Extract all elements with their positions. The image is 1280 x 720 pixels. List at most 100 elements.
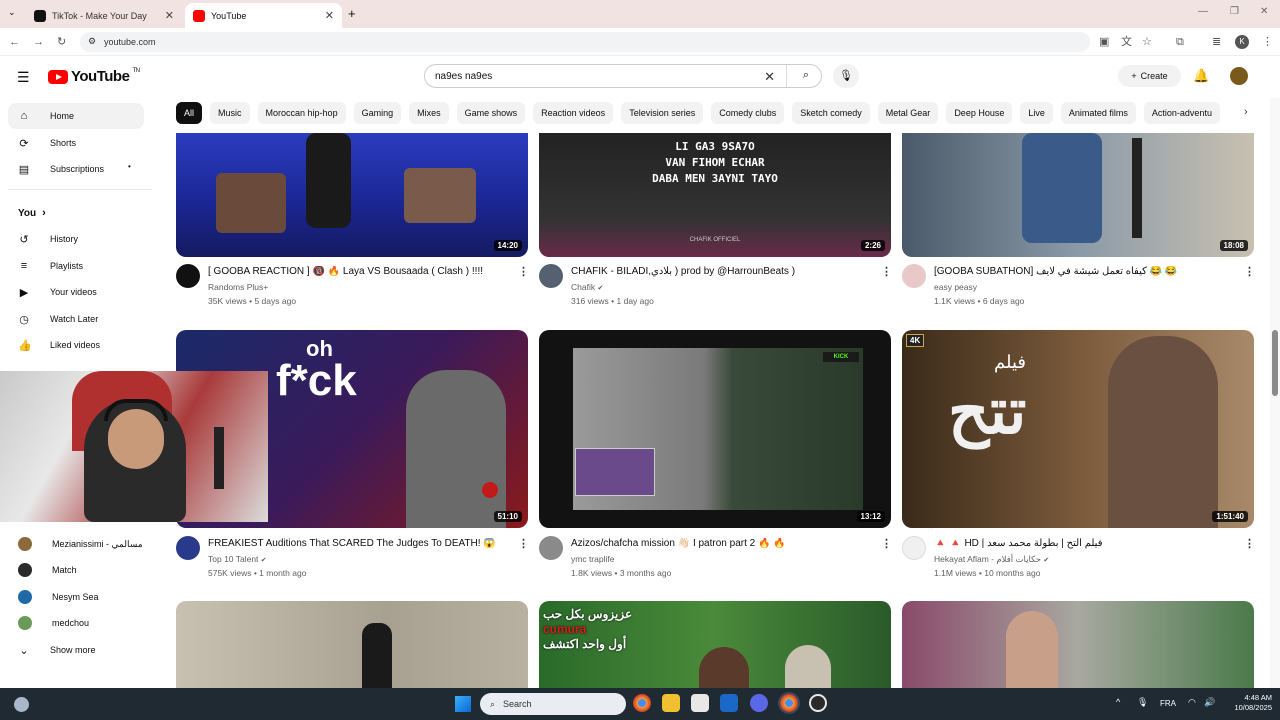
search-icon[interactable]: ⌕ xyxy=(803,69,809,82)
site-info-icon[interactable]: ⚙ xyxy=(88,36,96,47)
sidebar-item-watch-later[interactable]: ◷ Watch Later xyxy=(8,306,144,332)
filter-chip[interactable]: Live xyxy=(1020,102,1053,124)
sidebar-item-history[interactable]: ↺ History xyxy=(8,226,144,252)
extensions-icon[interactable]: ⧉ xyxy=(1176,35,1184,49)
video-thumbnail[interactable]: 18:08 xyxy=(902,133,1254,257)
weather-widget-icon[interactable] xyxy=(14,697,29,712)
wifi-icon[interactable]: ◠ xyxy=(1188,697,1196,708)
app-icon[interactable] xyxy=(809,694,827,712)
search-input[interactable]: na9es na9es ✕ ⌕ xyxy=(424,64,822,88)
video-thumbnail[interactable]: LI GA3 9SA7O VAN FIHOM ECHAR DABA MEN 3A… xyxy=(539,133,891,257)
video-title[interactable]: FREAKIEST Auditions That SCARED The Judg… xyxy=(208,538,508,549)
file-explorer-icon[interactable] xyxy=(662,694,680,712)
translate-icon[interactable]: 文 xyxy=(1121,35,1132,49)
browser-profile-avatar[interactable]: K xyxy=(1235,35,1249,49)
sidebar-item-subscription[interactable]: Match xyxy=(8,557,144,583)
sidebar-item-playlists[interactable]: ≡ Playlists xyxy=(8,253,144,279)
sidebar-item-you[interactable]: You › xyxy=(8,200,144,226)
channel-name[interactable]: Hekayat Aflam - حكايات أفلام xyxy=(934,554,1041,564)
tab-list-icon[interactable]: ⌄ xyxy=(8,7,16,18)
video-thumbnail[interactable] xyxy=(176,601,528,688)
filter-chip[interactable]: Gaming xyxy=(353,102,402,124)
more-actions-icon[interactable]: ⋮ xyxy=(881,537,892,550)
back-icon[interactable]: ← xyxy=(9,35,20,49)
tab-tiktok[interactable]: TikTok - Make Your Day ✕ xyxy=(26,3,182,28)
store-app-icon[interactable] xyxy=(691,694,709,712)
video-thumbnail[interactable] xyxy=(902,601,1254,688)
filter-chip[interactable]: Moroccan hip-hop xyxy=(257,102,346,124)
more-actions-icon[interactable]: ⋮ xyxy=(518,537,529,550)
more-actions-icon[interactable]: ⋮ xyxy=(1244,537,1255,550)
sidebar-item-subscription[interactable]: Mezianissimi - مسالمي xyxy=(8,531,144,557)
filter-chip[interactable]: Animated films xyxy=(1060,102,1136,124)
sidebar-item-your-videos[interactable]: ▶ Your videos xyxy=(8,279,144,305)
video-thumbnail[interactable]: 14:20 xyxy=(176,133,528,257)
sidebar-item-home[interactable]: ⌂ Home xyxy=(8,103,144,129)
filter-chip[interactable]: All xyxy=(176,102,203,124)
video-thumbnail[interactable]: KICK 13:12 xyxy=(539,330,891,528)
video-thumbnail[interactable]: عزيزوس بكل حب cumura أول واحد اكتشف xyxy=(539,601,891,688)
channel-name[interactable]: easy peasy xyxy=(934,282,977,292)
chevron-right-icon[interactable]: › xyxy=(1244,106,1248,118)
filter-chip[interactable]: Game shows xyxy=(456,102,526,124)
microphone-tray-icon[interactable]: 🎙 xyxy=(1137,697,1148,708)
close-window-icon[interactable]: ✕ xyxy=(1260,6,1268,17)
video-title[interactable]: Azizos/chafcha mission 👋🏻 I patron part … xyxy=(571,538,871,549)
video-thumbnail[interactable]: 4K فيلم تتح 1:51:40 xyxy=(902,330,1254,528)
notifications-bell-icon[interactable]: 🔔 xyxy=(1193,68,1209,84)
video-title[interactable]: CHAFIK - BILADI,بلادي ) prod by @Harroun… xyxy=(571,266,871,277)
taskbar-clock[interactable]: 4:48 AM 10/08/2025 xyxy=(1224,693,1272,713)
channel-avatar[interactable] xyxy=(902,536,926,560)
tab-youtube[interactable]: YouTube ✕ xyxy=(185,3,342,28)
filter-chip[interactable]: Sketch comedy xyxy=(792,102,870,124)
clear-search-icon[interactable]: ✕ xyxy=(764,69,775,85)
media-icon[interactable]: ≣ xyxy=(1212,35,1221,49)
channel-avatar[interactable] xyxy=(539,264,563,288)
channel-avatar[interactable] xyxy=(176,264,200,288)
avatar[interactable] xyxy=(1230,67,1248,85)
sidebar-item-shorts[interactable]: ⟳ Shorts xyxy=(8,130,144,156)
channel-avatar[interactable] xyxy=(176,536,200,560)
filter-chip[interactable]: Music xyxy=(210,102,250,124)
video-title[interactable]: [ GOOBA REACTION ] 🔞 🔥 Laya VS Bousaada … xyxy=(208,266,508,277)
forward-icon[interactable]: → xyxy=(33,35,44,49)
channel-avatar[interactable] xyxy=(902,264,926,288)
filter-chip[interactable]: Deep House xyxy=(946,102,1013,124)
bookmark-star-icon[interactable]: ☆ xyxy=(1142,35,1152,49)
chrome-active-app-icon[interactable] xyxy=(778,692,800,714)
sidebar-item-liked-videos[interactable]: 👍 Liked videos xyxy=(8,332,144,358)
more-actions-icon[interactable]: ⋮ xyxy=(518,265,529,278)
channel-name[interactable]: Randoms Plus+ xyxy=(208,282,268,292)
guide-menu-icon[interactable]: ☰ xyxy=(17,69,30,86)
filter-chip[interactable]: Television series xyxy=(621,102,704,124)
input-language[interactable]: FRA xyxy=(1160,699,1176,708)
scrollbar-thumb[interactable] xyxy=(1272,330,1278,396)
filter-chip[interactable]: Metal Gear xyxy=(877,102,939,124)
filter-chip[interactable]: Mixes xyxy=(409,102,449,124)
discord-app-icon[interactable] xyxy=(750,694,768,712)
sidebar-item-show-more[interactable]: ⌄ Show more xyxy=(8,637,144,663)
filter-chip[interactable]: Reaction videos xyxy=(533,102,614,124)
video-title[interactable]: [GOOBA SUBATHON] كيفاه تعمل شيشة في لايف… xyxy=(934,266,1234,277)
sidebar-item-subscription[interactable]: medchou xyxy=(8,610,144,636)
new-tab-icon[interactable]: + xyxy=(348,6,356,21)
volume-icon[interactable]: 🔊 xyxy=(1204,697,1215,708)
maximize-icon[interactable]: ❐ xyxy=(1230,6,1239,17)
address-bar[interactable]: ⚙ youtube.com xyxy=(80,32,1090,52)
minimize-icon[interactable]: — xyxy=(1198,6,1208,17)
browser-menu-icon[interactable]: ⋮ xyxy=(1262,35,1273,49)
video-title[interactable]: 🔺 🔺 HD | فيلم التح | بطولة محمد سعد xyxy=(934,538,1234,549)
sidebar-item-subscriptions[interactable]: ▤ Subscriptions xyxy=(8,156,144,182)
voice-search-icon[interactable]: 🎙 xyxy=(833,64,859,88)
channel-name[interactable]: Top 10 Talent xyxy=(208,554,258,564)
filter-chip[interactable]: Comedy clubs xyxy=(711,102,785,124)
chrome-app-icon[interactable] xyxy=(633,694,651,712)
outlook-app-icon[interactable] xyxy=(720,694,738,712)
cast-icon[interactable]: ▣ xyxy=(1099,35,1109,49)
more-actions-icon[interactable]: ⋮ xyxy=(1244,265,1255,278)
more-actions-icon[interactable]: ⋮ xyxy=(881,265,892,278)
tray-overflow-icon[interactable]: ^ xyxy=(1116,697,1120,707)
channel-name[interactable]: Chafik xyxy=(571,282,595,292)
sidebar-item-subscription[interactable]: Nesym Sea xyxy=(8,584,144,610)
channel-name[interactable]: ymc traplife xyxy=(571,554,614,564)
